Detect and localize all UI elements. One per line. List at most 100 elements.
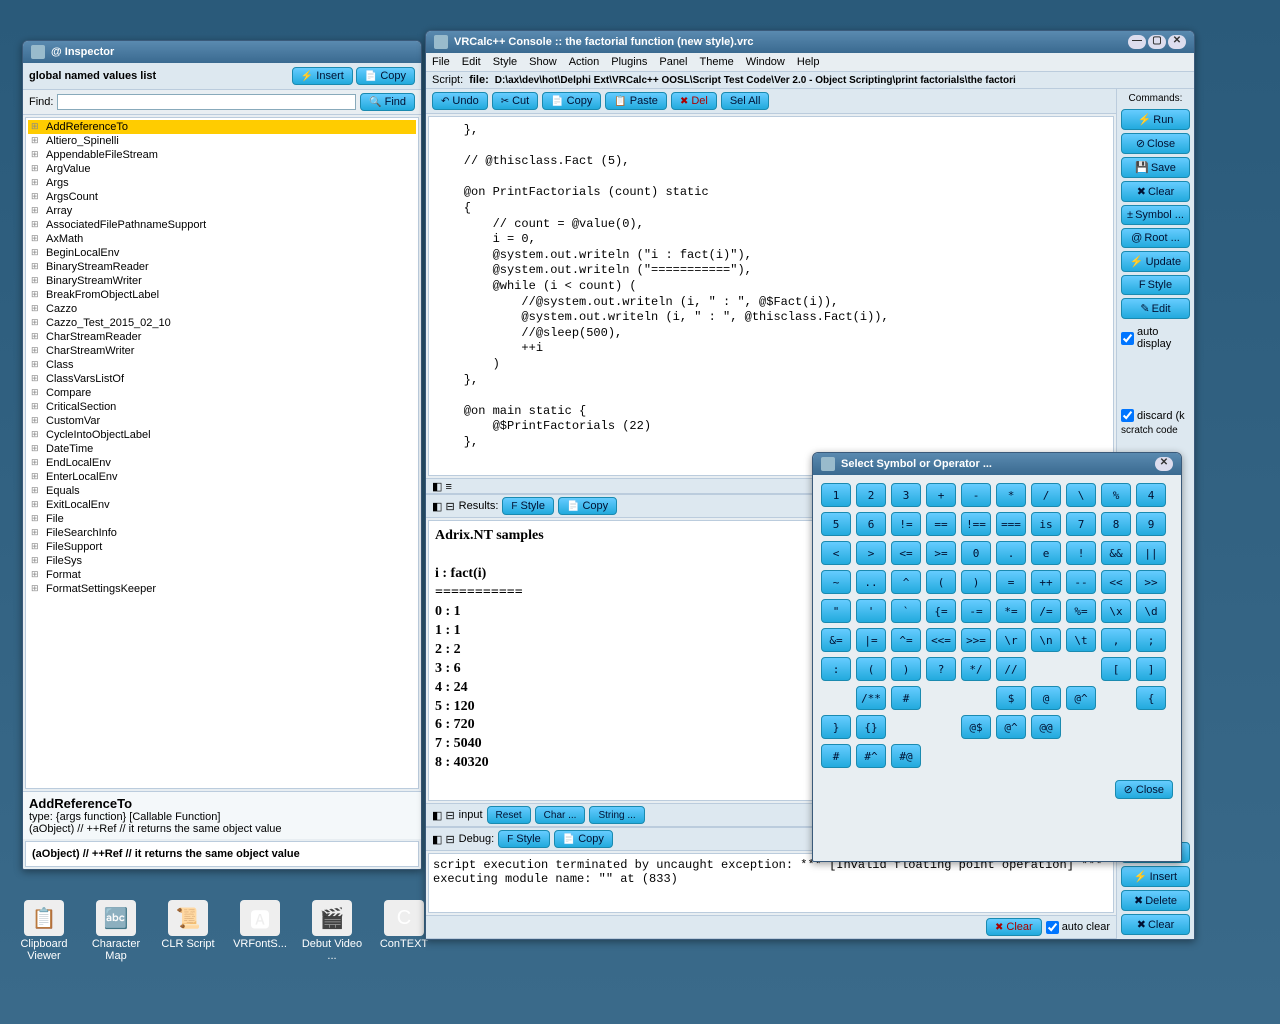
close-button[interactable]: ✕ — [1168, 35, 1186, 49]
results-toggle-icon[interactable]: ◧ ⊟ — [432, 500, 455, 513]
symbol-button[interactable]: {= — [926, 599, 956, 623]
desktop-icon[interactable]: 🔤Character Map — [84, 900, 148, 962]
symbol-button[interactable]: e — [1031, 541, 1061, 565]
symbol-button[interactable]: ) — [961, 570, 991, 594]
tree-item[interactable]: File — [28, 512, 416, 526]
symbol-button[interactable]: ] — [1136, 657, 1166, 681]
inspector-insert-button[interactable]: ⚡Insert — [292, 67, 353, 85]
symbol-button[interactable]: + — [926, 483, 956, 507]
tree-item[interactable]: FileSearchInfo — [28, 526, 416, 540]
code-editor[interactable]: }, // @thisclass.Fact (5), @on PrintFact… — [428, 116, 1114, 476]
symbol-button[interactable]: ` — [891, 599, 921, 623]
side-clear-button[interactable]: ✖Clear — [1121, 181, 1190, 202]
symbol-button[interactable]: >= — [926, 541, 956, 565]
style-button[interactable]: FStyle — [1121, 275, 1190, 295]
tree-item[interactable]: ExitLocalEnv — [28, 498, 416, 512]
symbol-button[interactable]: 9 — [1136, 512, 1166, 536]
symbol-button[interactable]: || — [1136, 541, 1166, 565]
tree-item[interactable]: EnterLocalEnv — [28, 470, 416, 484]
symbol-button[interactable]: != — [891, 512, 921, 536]
inspector-copy-button[interactable]: 📄Copy — [356, 67, 415, 85]
symbol-button[interactable]: ^ — [891, 570, 921, 594]
tree-item[interactable]: AxMath — [28, 232, 416, 246]
tree-item[interactable]: AssociatedFilePathnameSupport — [28, 218, 416, 232]
results-copy-button[interactable]: 📄Copy — [558, 497, 617, 515]
edit-button[interactable]: ✎Edit — [1121, 298, 1190, 319]
symbol-button[interactable]: # — [821, 744, 851, 768]
tree-item[interactable]: Array — [28, 204, 416, 218]
symbol-button[interactable]: #@ — [891, 744, 921, 768]
symbol-button[interactable]: >>= — [961, 628, 991, 652]
desktop-icon[interactable]: 📜CLR Script — [156, 900, 220, 950]
symbol-button[interactable]: && — [1101, 541, 1131, 565]
maximize-button[interactable]: ▢ — [1148, 35, 1166, 49]
root-button[interactable]: @Root ... — [1121, 228, 1190, 248]
symbol-close-footer-button[interactable]: ⊘Close — [1115, 780, 1173, 799]
symbol-button[interactable]: / — [1031, 483, 1061, 507]
inspector-titlebar[interactable]: @ Inspector — [23, 41, 421, 63]
symbol-button[interactable]: 0 — [961, 541, 991, 565]
symbol-button[interactable]: ( — [856, 657, 886, 681]
tree-item[interactable]: FormatSettingsKeeper — [28, 582, 416, 596]
symbol-button[interactable]: ~ — [821, 570, 851, 594]
results-style-button[interactable]: FStyle — [502, 497, 554, 515]
symbol-button[interactable]: |= — [856, 628, 886, 652]
symbol-button[interactable]: */ — [961, 657, 991, 681]
menu-plugins[interactable]: Plugins — [611, 56, 647, 68]
symbol-button[interactable]: %= — [1066, 599, 1096, 623]
symbol-button[interactable]: \ — [1066, 483, 1096, 507]
symbol-button[interactable]: ' — [856, 599, 886, 623]
symbol-button[interactable]: -= — [961, 599, 991, 623]
symbol-button[interactable]: , — [1101, 628, 1131, 652]
tree-item[interactable]: BinaryStreamWriter — [28, 274, 416, 288]
symbol-button[interactable]: ; — [1136, 628, 1166, 652]
symbol-button[interactable]: @$ — [961, 715, 991, 739]
tree-item[interactable]: EndLocalEnv — [28, 456, 416, 470]
symbol-button[interactable]: ++ — [1031, 570, 1061, 594]
symbol-button[interactable]: @^ — [1066, 686, 1096, 710]
tree-item[interactable]: Compare — [28, 386, 416, 400]
symbol-button[interactable]: \d — [1136, 599, 1166, 623]
copy-button[interactable]: 📄Copy — [542, 92, 601, 110]
symbol-button[interactable]: -- — [1066, 570, 1096, 594]
menu-show[interactable]: Show — [529, 56, 557, 68]
symbol-button[interactable]: << — [1101, 570, 1131, 594]
desktop-icon[interactable]: 🎬Debut Video ... — [300, 900, 364, 962]
symbol-button[interactable]: ^= — [891, 628, 921, 652]
symbol-button[interactable]: ) — [891, 657, 921, 681]
symbol-button[interactable]: < — [821, 541, 851, 565]
tree-item[interactable]: Cazzo — [28, 302, 416, 316]
tree-item[interactable]: Args — [28, 176, 416, 190]
symbol-button[interactable]: == — [926, 512, 956, 536]
bot-clear-button[interactable]: ✖Clear — [1121, 914, 1190, 935]
symbol-button[interactable]: &= — [821, 628, 851, 652]
symbol-button[interactable]: . — [996, 541, 1026, 565]
debug-style-button[interactable]: FStyle — [498, 830, 550, 848]
minimize-button[interactable]: — — [1128, 35, 1146, 49]
tree-item[interactable]: Class — [28, 358, 416, 372]
symbol-button[interactable]: \x — [1101, 599, 1131, 623]
menu-edit[interactable]: Edit — [462, 56, 481, 68]
symbol-button[interactable]: 6 — [856, 512, 886, 536]
splitter-icon[interactable]: ◧ ≡ — [432, 480, 452, 493]
input-char-button[interactable]: Char ... — [535, 806, 586, 824]
symbol-button[interactable]: } — [821, 715, 851, 739]
auto-display-checkbox[interactable]: auto display — [1121, 326, 1190, 350]
menu-window[interactable]: Window — [746, 56, 785, 68]
symbol-button[interactable]: > — [856, 541, 886, 565]
tree-item[interactable]: FileSupport — [28, 540, 416, 554]
tree-item[interactable]: ArgsCount — [28, 190, 416, 204]
symbol-button[interactable]: 3 — [891, 483, 921, 507]
tree-item[interactable]: Equals — [28, 484, 416, 498]
symbol-button[interactable]: " — [821, 599, 851, 623]
symbol-button[interactable]: ? — [926, 657, 956, 681]
tree-item[interactable]: AppendableFileStream — [28, 148, 416, 162]
symbol-button[interactable]: # — [891, 686, 921, 710]
menu-theme[interactable]: Theme — [700, 56, 734, 68]
symbol-button[interactable]: ! — [1066, 541, 1096, 565]
find-button[interactable]: 🔍Find — [360, 93, 415, 111]
tree-item[interactable]: CharStreamReader — [28, 330, 416, 344]
symbol-button[interactable]: 7 — [1066, 512, 1096, 536]
symbol-button[interactable]: \t — [1066, 628, 1096, 652]
symbol-button[interactable]: : — [821, 657, 851, 681]
